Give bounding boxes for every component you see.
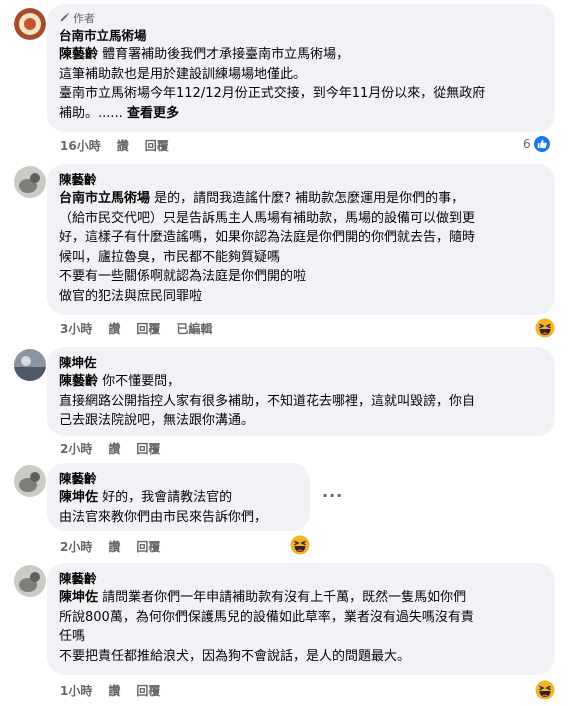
see-more-link[interactable]: 查看更多 — [127, 106, 179, 121]
comment-bubble: 陳藝齡 陳坤佐 好的，我會請教法官的 由法官來教你們由市民來告訴你們， — [47, 463, 310, 531]
reaction-summary[interactable]: 6 — [523, 136, 550, 152]
mention-link[interactable]: 陳坤佐 — [59, 590, 98, 605]
comment-time[interactable]: 2小時 — [60, 441, 92, 457]
mention-link[interactable]: 陳藝齡 — [59, 374, 98, 389]
comment-author[interactable]: 陳藝齡 — [59, 570, 543, 588]
avatar-user[interactable] — [14, 465, 46, 497]
comment-bubble: 陳藝齡 陳坤佐 請問業者你們一年申請補助款有沒有上千萬，既然一隻馬如你們 所說8… — [47, 563, 555, 675]
comment-line: 陳藝齡 體育署補助後我們才承接臺南市立馬術場， — [59, 47, 350, 62]
haha-reaction-icon[interactable] — [535, 318, 555, 338]
comment-actions: 2小時 讚 回覆 — [60, 539, 160, 555]
comment-actions: 3小時 讚 回覆 已編輯 — [60, 321, 212, 337]
mention-link[interactable]: 台南市立馬術場 — [59, 191, 150, 206]
comment-author[interactable]: 陳藝齡 — [59, 470, 298, 488]
comment-bubble: 陳坤佐 陳藝齡 你不懂要問， 直接網路公開指控人家有很多補助，不知道花去哪裡，這… — [47, 347, 555, 436]
comment-bubble: 作者 台南市立馬術場 陳藝齡 體育署補助後我們才承接臺南市立馬術場， 這筆補助款… — [47, 4, 555, 132]
comment-line: 直接網路公開指控人家有很多補助，不知道花去哪裡，這就叫毀謗，你自 — [59, 393, 476, 409]
avatar-user[interactable] — [14, 565, 46, 597]
author-badge: 作者 — [59, 11, 543, 27]
comment-line: 陳坤佐 好的，我會請教法官的 — [59, 490, 233, 505]
comment-line: 做官的犯法與庶民同罪啦 — [59, 288, 203, 304]
mention-link[interactable]: 陳藝齡 — [59, 47, 98, 62]
like-button[interactable]: 讚 — [108, 539, 120, 555]
comment-line: 不要把責任都推給浪犬，因為狗不會說話，是人的問題最大。 — [59, 648, 411, 664]
mention-link[interactable]: 陳坤佐 — [59, 490, 98, 505]
like-button[interactable]: 讚 — [108, 683, 120, 699]
comment-time[interactable]: 1小時 — [60, 683, 92, 699]
comment-line: 所說800萬，為何你們保護馬兒的設備如此草率，業者沒有過失嗎沒有責 — [59, 609, 474, 625]
comment-author[interactable]: 台南市立馬術場 — [59, 27, 543, 45]
avatar-user[interactable] — [14, 349, 46, 381]
comment-time[interactable]: 3小時 — [60, 321, 92, 337]
comment-line: 台南市立馬術場 是的，請問我造謠什麼? 補助款怎麼運用是你們的事， — [59, 191, 465, 206]
reply-button[interactable]: 回覆 — [136, 321, 160, 337]
reply-button[interactable]: 回覆 — [136, 441, 160, 457]
reply-button[interactable]: 回覆 — [136, 683, 160, 699]
comment-time[interactable]: 16小時 — [60, 138, 101, 154]
pencil-icon — [59, 11, 70, 27]
comment-line: 這筆補助款也是用於建設訓練場場地僅此。 — [59, 66, 307, 82]
comment-line: 陳坤佐 請問業者你們一年申請補助款有沒有上千萬，既然一隻馬如你們 — [59, 590, 467, 605]
comment-actions: 1小時 讚 回覆 — [60, 683, 160, 699]
haha-reaction-icon[interactable] — [535, 680, 555, 700]
thumbs-up-icon — [533, 136, 550, 152]
haha-reaction-icon[interactable] — [290, 535, 310, 555]
reply-button[interactable]: 回覆 — [136, 539, 160, 555]
comment-line: 由法官來教你們由市民來告訴你們， — [59, 509, 268, 525]
comment-line: 任嗎 — [59, 629, 86, 644]
like-button[interactable]: 讚 — [108, 321, 120, 337]
comment-actions: 16小時 讚 回覆 — [60, 138, 169, 154]
comment-line: 候叫，廬拉魯臭，市民都不能夠質疑嗎 — [59, 249, 281, 265]
like-button[interactable]: 讚 — [117, 138, 129, 154]
more-options-button[interactable]: ··· — [322, 486, 343, 505]
avatar-user[interactable] — [14, 166, 46, 198]
like-button[interactable]: 讚 — [108, 441, 120, 457]
comment-line: 己去跟法院說吧，無法跟你溝通。 — [59, 413, 255, 428]
comment-time[interactable]: 2小時 — [60, 539, 92, 555]
comment-bubble: 陳藝齡 台南市立馬術場 是的，請問我造謠什麼? 補助款怎麼運用是你們的事， （給… — [47, 164, 555, 315]
edited-label[interactable]: 已編輯 — [176, 321, 212, 337]
comment-line: 不要有一些關係啊就認為法庭是你們開的啦 — [59, 269, 307, 284]
comment-line: 陳藝齡 你不懂要問， — [59, 374, 181, 389]
comment-actions: 2小時 讚 回覆 — [60, 441, 160, 457]
reply-button[interactable]: 回覆 — [145, 138, 169, 154]
comment-line: （給市民交代吧）只是告訴馬主人馬場有補助款，馬場的設備可以做到更 — [59, 210, 476, 226]
comment-line: 臺南市立馬術場今年112/12月份正式交接，到今年11月份以來，從無政府 — [59, 86, 486, 101]
reaction-count: 6 — [523, 137, 531, 151]
comment-line: 好，這樣子有什麼造謠嗎，如果你認為法庭是你們開的你們就去告，隨時 — [59, 230, 476, 245]
comment-line: 補助。...... 查看更多 — [59, 105, 179, 121]
avatar-page[interactable] — [14, 8, 46, 40]
comment-author[interactable]: 陳坤佐 — [59, 354, 543, 372]
comment-author[interactable]: 陳藝齡 — [59, 171, 543, 189]
